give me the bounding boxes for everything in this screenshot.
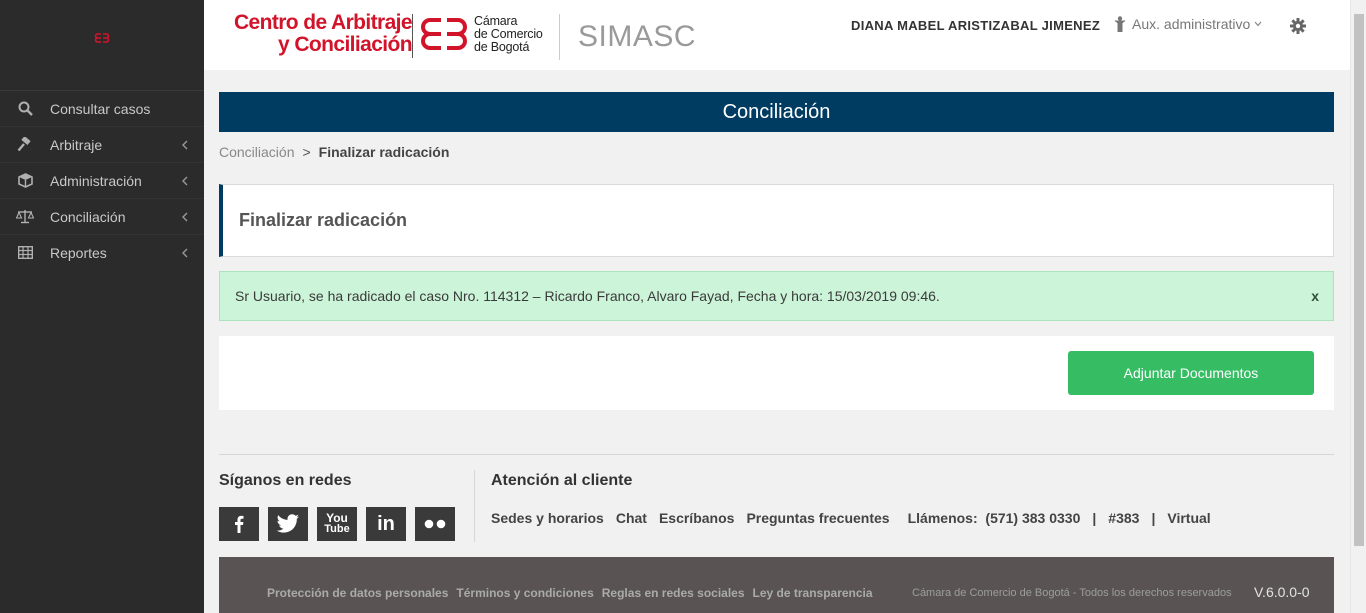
page-title: Finalizar radicación <box>239 210 408 230</box>
logo-divider <box>412 14 413 58</box>
link-sedes-horarios[interactable]: Sedes y horarios <box>491 510 604 526</box>
page-scrollbar[interactable] <box>1350 0 1366 613</box>
sidebar-item-administracion[interactable]: Administración <box>0 162 204 198</box>
scale-icon <box>16 209 34 225</box>
ccb-line-1: Cámara <box>474 13 518 28</box>
header-divider <box>559 14 560 60</box>
footer-vertical-divider <box>474 470 475 542</box>
alert-message: Sr Usuario, se ha radicado el caso Nro. … <box>235 288 940 304</box>
chevron-down-icon <box>1254 19 1262 30</box>
sidebar-item-arbitraje[interactable]: Arbitraje <box>0 126 204 162</box>
sidebar-item-label: Arbitraje <box>50 136 103 153</box>
link-preguntas-frecuentes[interactable]: Preguntas frecuentes <box>746 510 889 526</box>
role-dropdown[interactable]: Aux. administrativo <box>1114 16 1262 32</box>
chevron-left-icon <box>180 248 190 258</box>
top-header: Centro de Arbitraje y Conciliación Cámar… <box>204 0 1350 70</box>
table-icon <box>16 245 34 261</box>
link-terminos[interactable]: Términos y condiciones <box>456 586 593 600</box>
sidebar-item-reportes[interactable]: Reportes <box>0 234 204 270</box>
attention-title: Atención al cliente <box>491 472 633 489</box>
youtube-icon[interactable]: You Tube <box>317 507 357 541</box>
link-virtual[interactable]: Virtual <box>1167 510 1210 526</box>
footer-divider <box>219 454 1334 455</box>
logo-line-1: Centro de Arbitraje <box>233 11 413 34</box>
divider-pipe: | <box>1092 510 1097 526</box>
page-banner: Conciliación <box>219 92 1334 132</box>
ccb-mark-icon <box>421 18 467 50</box>
sidebar-item-consultar-casos[interactable]: Consultar casos <box>0 90 204 126</box>
search-icon <box>16 101 34 117</box>
logo-line-2: y Conciliación <box>278 33 413 56</box>
gear-icon[interactable] <box>1290 18 1308 36</box>
sidebar-menu: Consultar casos Arbitraje Administración <box>0 90 204 270</box>
attention-links: Sedes y horarios Chat Escríbanos Pregunt… <box>491 510 1223 526</box>
chevron-left-icon <box>180 212 190 222</box>
section-header-card: Finalizar radicación <box>219 184 1334 257</box>
sidebar: Consultar casos Arbitraje Administración <box>0 0 204 613</box>
phone-number: Llámenos: (571) 383 0330 <box>907 510 1081 526</box>
facebook-icon[interactable] <box>219 507 259 541</box>
link-reglas-redes[interactable]: Reglas en redes sociales <box>602 586 745 600</box>
divider-pipe: | <box>1151 510 1156 526</box>
footer-bottom-bar: Protección de datos personales Términos … <box>219 557 1334 613</box>
chevron-left-icon <box>180 176 190 186</box>
breadcrumb: Conciliación > Finalizar radicación <box>219 144 449 160</box>
sidebar-item-label: Administración <box>50 172 142 189</box>
role-label: Aux. administrativo <box>1132 16 1251 32</box>
social-title: Síganos en redes <box>219 472 352 489</box>
user-icon <box>1114 16 1126 32</box>
actions-panel: Adjuntar Documentos <box>219 336 1334 410</box>
twitter-icon[interactable] <box>268 507 308 541</box>
youtube-text-tube: Tube <box>324 523 350 535</box>
attach-documents-button[interactable]: Adjuntar Documentos <box>1068 351 1314 395</box>
sidebar-item-label: Reportes <box>50 244 107 261</box>
breadcrumb-separator: > <box>302 144 311 160</box>
breadcrumb-current: Finalizar radicación <box>318 144 450 160</box>
scrollbar-thumb[interactable] <box>1354 14 1364 546</box>
sidebar-item-conciliacion[interactable]: Conciliación <box>0 198 204 234</box>
link-chat[interactable]: Chat <box>616 510 647 526</box>
link-proteccion-datos[interactable]: Protección de datos personales <box>267 586 448 600</box>
linkedin-text: in <box>377 512 395 535</box>
ccb-logo-text: Cámara de Comercio de Bogotá <box>474 13 543 54</box>
social-links: You Tube in <box>219 507 455 541</box>
copyright-text: Cámara de Comercio de Bogotá - Todos los… <box>912 587 1232 599</box>
link-hash-383[interactable]: #383 <box>1108 510 1139 526</box>
user-name: DIANA MABEL ARISTIZABAL JIMENEZ <box>851 18 1101 33</box>
success-alert: Sr Usuario, se ha radicado el caso Nro. … <box>219 271 1334 321</box>
breadcrumb-parent[interactable]: Conciliación <box>219 144 294 160</box>
gavel-icon <box>16 137 34 153</box>
link-ley-transparencia[interactable]: Ley de transparencia <box>753 586 873 600</box>
camara-comercio-logo[interactable]: Cámara de Comercio de Bogotá <box>418 14 543 54</box>
sidebar-item-label: Conciliación <box>50 208 126 225</box>
legal-links: Protección de datos personales Términos … <box>267 586 881 600</box>
ccb-line-2: de Comercio <box>474 26 543 41</box>
chevron-left-icon <box>180 140 190 150</box>
ccb-logo-icon <box>94 33 110 43</box>
sidebar-item-label: Consultar casos <box>50 100 151 117</box>
sidebar-logo[interactable] <box>0 0 204 90</box>
version-label: V.6.0.0-0 <box>1254 584 1310 600</box>
ccb-line-3: de Bogotá <box>474 39 530 54</box>
cube-icon <box>16 173 34 189</box>
linkedin-icon[interactable]: in <box>366 507 406 541</box>
alert-close-button[interactable]: x <box>1311 288 1319 304</box>
flickr-icon[interactable] <box>415 507 455 541</box>
app-name: SIMASC <box>578 20 697 53</box>
centro-arbitraje-logo[interactable]: Centro de Arbitraje y Conciliación <box>226 11 413 56</box>
link-escribanos[interactable]: Escríbanos <box>659 510 734 526</box>
